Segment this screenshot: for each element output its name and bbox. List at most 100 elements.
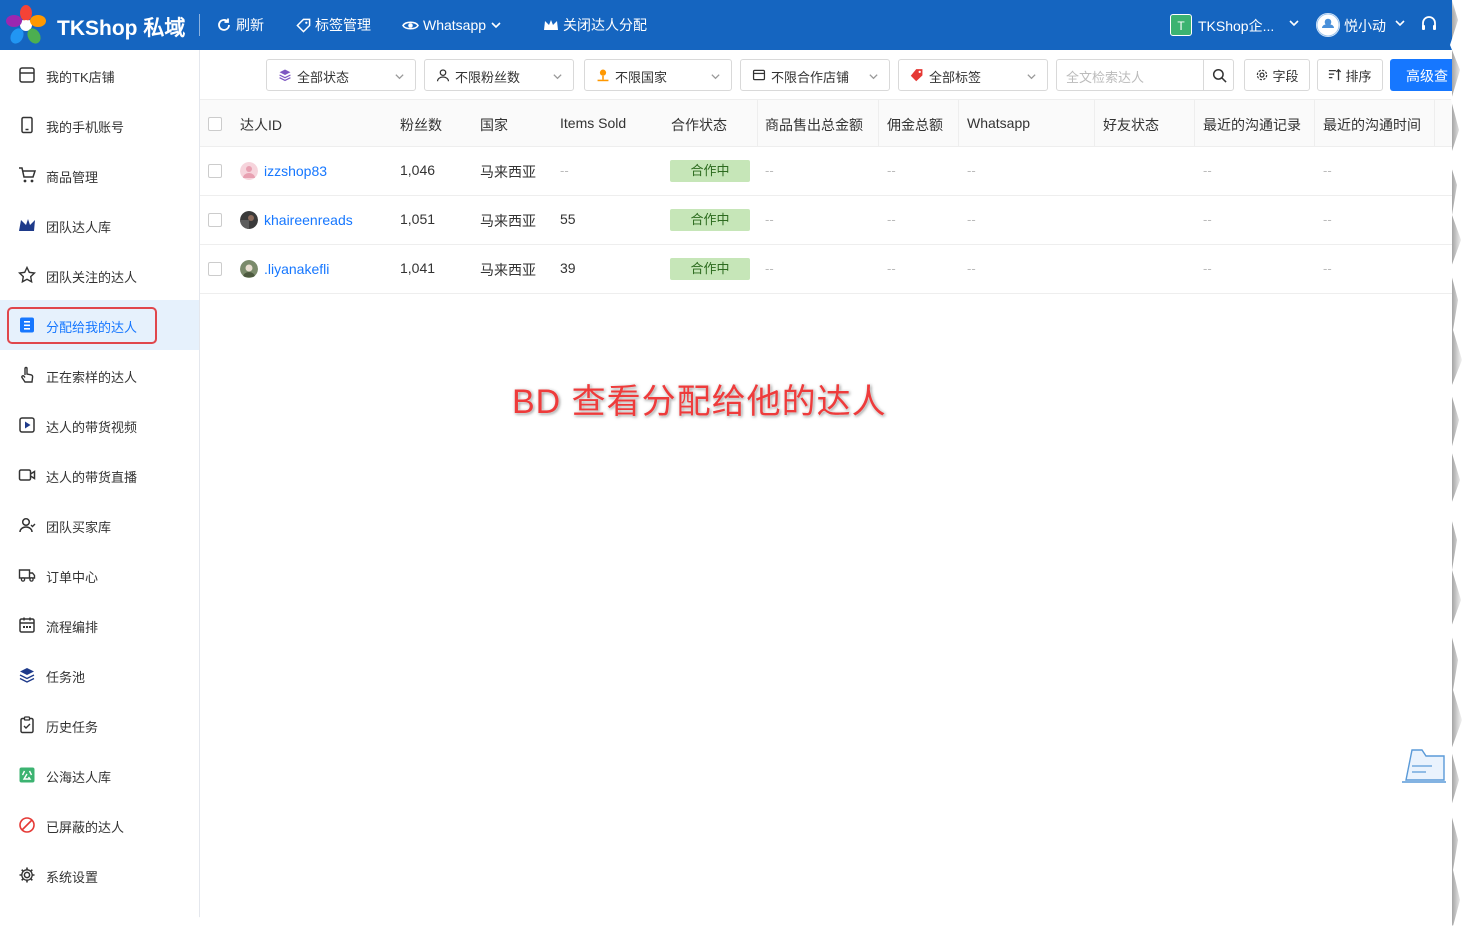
sidebar-item-blocked[interactable]: 已屏蔽的达人 [0, 800, 199, 850]
sidebar-item-label: 达人的带货直播 [46, 470, 138, 485]
last-time-cell: -- [1323, 163, 1332, 178]
table-row[interactable]: izzshop83 1,046 马来西亚 -- 合作中 -- -- -- -- … [200, 147, 1452, 196]
fans-filter-value: 不限粉丝数 [455, 70, 521, 85]
search-icon [1212, 68, 1227, 83]
public-pool-icon [19, 767, 35, 783]
table-header: 达人ID 粉丝数 国家 Items Sold 合作状态 商品售出总金额 佣金总额… [200, 99, 1452, 147]
creator-id-link[interactable]: .liyanakefli [264, 261, 329, 277]
sidebar-item-workflow[interactable]: 流程编排 [0, 600, 199, 650]
sidebar-item-videos[interactable]: 达人的带货视频 [0, 400, 199, 450]
sidebar-item-settings[interactable]: 系统设置 [0, 850, 199, 900]
whatsapp-cell: -- [967, 212, 976, 227]
country-filter[interactable]: 不限国家 [584, 59, 732, 91]
column-divider [1194, 100, 1195, 146]
sidebar-item-public-pool[interactable]: 公海达人库 [0, 750, 199, 800]
avatar[interactable] [1316, 13, 1340, 37]
sidebar-item-label: 订单中心 [46, 570, 99, 585]
sidebar: 我的TK店铺 我的手机账号 商品管理 团队达人库 团队关注的达人 分配给我的达人… [0, 50, 200, 928]
col-last-time[interactable]: 最近的沟通时间 [1323, 115, 1421, 135]
tag-manage-button[interactable]: 标签管理 [296, 15, 371, 35]
status-badge: 合作中 [670, 209, 750, 231]
close-assign-button[interactable]: 关闭达人分配 [543, 15, 647, 35]
search-input[interactable]: 全文检索达人 [1056, 59, 1204, 91]
cart-icon [19, 167, 36, 183]
row-checkbox[interactable] [208, 262, 222, 276]
sidebar-item-history-tasks[interactable]: 历史任务 [0, 700, 199, 750]
items-sold-cell: 39 [560, 260, 576, 276]
col-country[interactable]: 国家 [480, 115, 508, 135]
sidebar-item-label: 任务池 [46, 670, 86, 685]
sidebar-item-phone-accounts[interactable]: 我的手机账号 [0, 100, 199, 150]
col-commission[interactable]: 佣金总额 [887, 115, 943, 135]
sales-cell: -- [765, 212, 774, 227]
column-divider [878, 100, 879, 146]
chevron-down-icon[interactable] [1288, 17, 1300, 29]
layers-icon [19, 668, 35, 683]
chevron-down-icon[interactable] [1394, 17, 1406, 29]
column-divider [757, 100, 758, 146]
sort-icon [1329, 68, 1342, 81]
truck-icon [18, 569, 36, 582]
sidebar-item-live[interactable]: 达人的带货直播 [0, 450, 199, 500]
col-last-record[interactable]: 最近的沟通记录 [1203, 115, 1301, 135]
creator-id-link[interactable]: khaireenreads [264, 212, 353, 228]
user-avatar-icon [1316, 13, 1340, 37]
user-menu[interactable]: 悦小动 [1344, 16, 1386, 36]
workspace-switcher[interactable]: TKShop企... [1198, 16, 1274, 36]
calendar-icon [19, 617, 35, 633]
status-filter[interactable]: 全部状态 [266, 59, 416, 91]
whatsapp-cell: -- [967, 163, 976, 178]
col-creator-id[interactable]: 达人ID [240, 115, 282, 135]
refresh-button[interactable]: 刷新 [216, 15, 264, 35]
row-checkbox[interactable] [208, 164, 222, 178]
col-fans[interactable]: 粉丝数 [400, 115, 442, 135]
sidebar-item-buyers[interactable]: 团队买家库 [0, 500, 199, 550]
fans-filter[interactable]: 不限粉丝数 [424, 59, 574, 91]
sidebar-item-label: 我的手机账号 [46, 120, 125, 135]
top-bar: TKShop 私域 刷新 标签管理 Whatsapp 关闭达人分配 T TKSh… [0, 0, 1452, 50]
column-divider [1314, 100, 1315, 146]
chevron-down-icon [711, 74, 720, 80]
items-sold-cell: 55 [560, 211, 576, 227]
hand-icon [21, 366, 34, 383]
country-cell: 马来西亚 [480, 262, 536, 278]
block-icon [19, 817, 35, 833]
select-all-checkbox[interactable] [208, 117, 222, 131]
user-icon [436, 69, 450, 82]
search-button[interactable] [1203, 59, 1234, 91]
whatsapp-label: Whatsapp [423, 17, 487, 33]
whatsapp-menu[interactable]: Whatsapp [402, 15, 502, 35]
col-whatsapp[interactable]: Whatsapp [967, 115, 1030, 131]
commission-cell: -- [887, 212, 896, 227]
col-total-sales[interactable]: 商品售出总金额 [765, 115, 863, 135]
refresh-icon [218, 18, 230, 31]
sidebar-item-task-pool[interactable]: 任务池 [0, 650, 199, 700]
col-coop-status[interactable]: 合作状态 [671, 115, 727, 135]
table-row[interactable]: .liyanakefli 1,041 马来西亚 39 合作中 -- -- -- … [200, 245, 1452, 294]
status-filter-value: 全部状态 [297, 70, 350, 85]
tags-filter[interactable]: 全部标签 [898, 59, 1048, 91]
table-row[interactable]: khaireenreads 1,051 马来西亚 55 合作中 -- -- --… [200, 196, 1452, 245]
sort-button[interactable]: 排序 [1317, 59, 1383, 91]
header-divider [199, 14, 200, 36]
shop-filter[interactable]: 不限合作店铺 [740, 59, 890, 91]
tag-icon [910, 69, 923, 82]
fields-button[interactable]: 字段 [1244, 59, 1310, 91]
torn-edge-right [1449, 0, 1478, 951]
row-checkbox[interactable] [208, 213, 222, 227]
sidebar-item-team-followed[interactable]: 团队关注的达人 [0, 250, 199, 300]
last-time-cell: -- [1323, 212, 1332, 227]
col-friend-status[interactable]: 好友状态 [1103, 115, 1159, 135]
close-assign-label: 关闭达人分配 [563, 17, 647, 33]
column-divider [1434, 100, 1435, 146]
shop-icon [19, 67, 35, 83]
col-items-sold[interactable]: Items Sold [560, 115, 626, 131]
gear-icon [19, 867, 35, 883]
sidebar-item-products[interactable]: 商品管理 [0, 150, 199, 200]
sidebar-item-orders[interactable]: 订单中心 [0, 550, 199, 600]
creator-id-link[interactable]: izzshop83 [264, 163, 327, 179]
sidebar-item-tk-shops[interactable]: 我的TK店铺 [0, 50, 199, 100]
sidebar-item-sampling[interactable]: 正在索样的达人 [0, 350, 199, 400]
crown-icon [544, 20, 558, 30]
sidebar-item-team-creators[interactable]: 团队达人库 [0, 200, 199, 250]
